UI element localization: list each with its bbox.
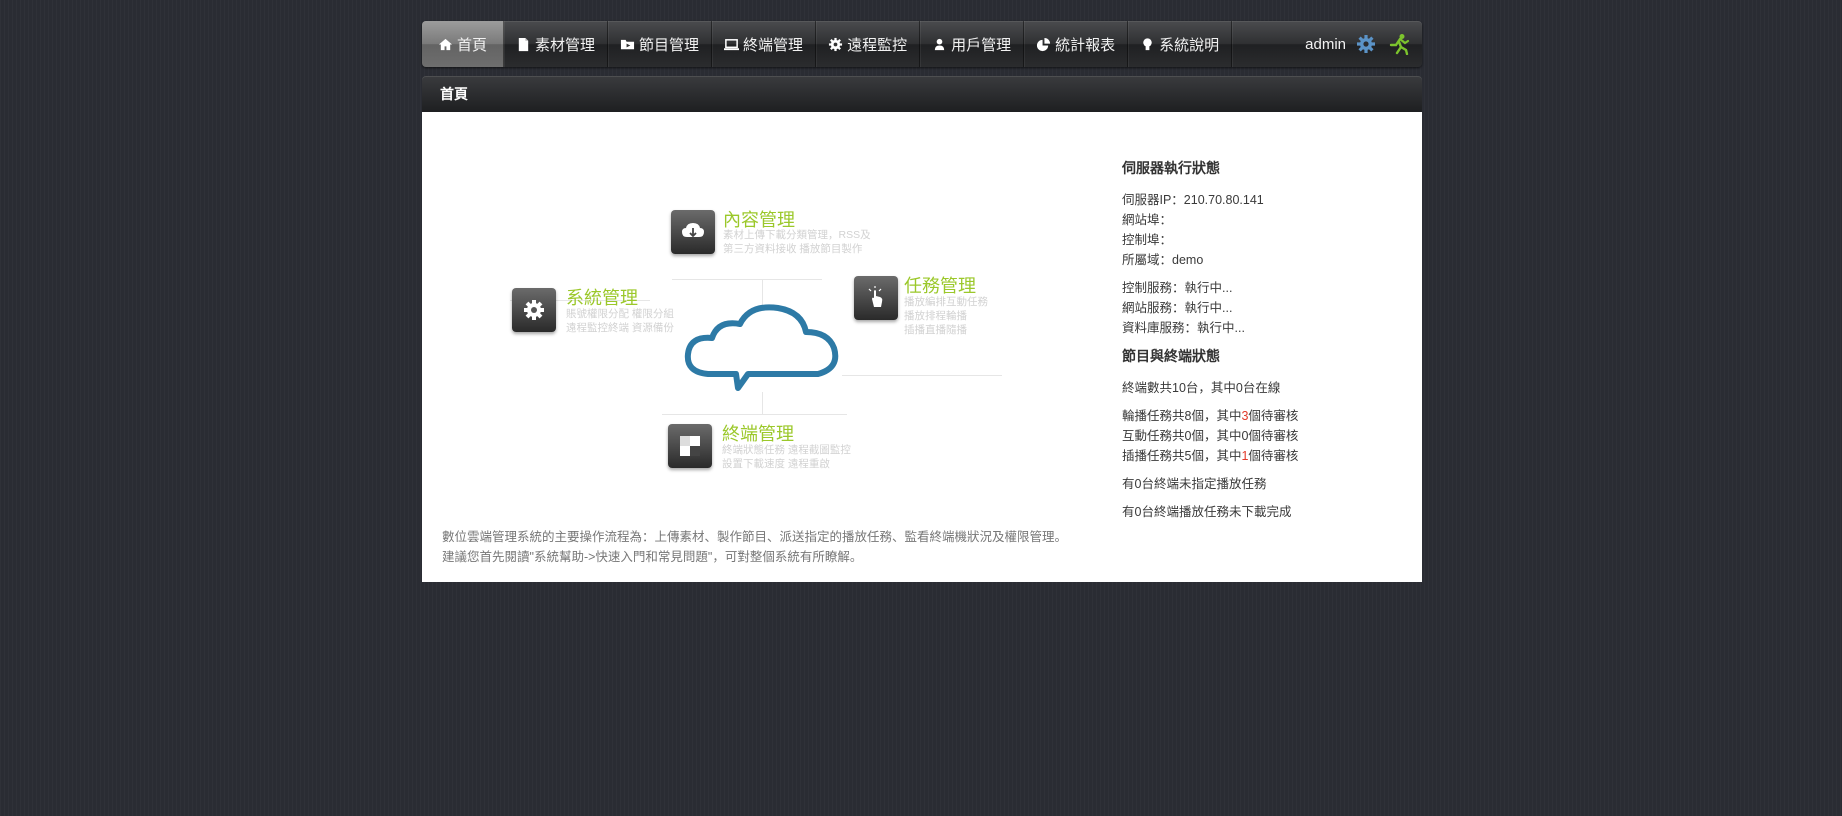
content-management-desc-2: 第三方資料接收 播放節目製作: [723, 243, 863, 255]
nav-item-label: 節目管理: [639, 36, 700, 54]
server-status-title: 伺服器執行狀態: [1122, 160, 1220, 176]
pie-chart-icon: [1036, 37, 1051, 52]
folder-icon: [620, 37, 635, 52]
nav-item-programs[interactable]: 節目管理: [608, 21, 713, 67]
connector-line: [672, 279, 822, 280]
terminal-management-icon[interactable]: [668, 424, 712, 468]
home-icon: [438, 37, 453, 52]
nav-item-label: 首頁: [457, 36, 488, 54]
nav-item-users[interactable]: 用戶管理: [920, 21, 1025, 67]
terminal-management-desc-2: 設置下載速度 遠程重啟: [722, 458, 830, 470]
control-service-status: 控制服務：執行中...: [1122, 281, 1233, 295]
system-management-desc-1: 賬號權限分配 權限分組: [566, 308, 674, 320]
nav-item-materials[interactable]: 素材管理: [504, 21, 609, 67]
user-area: admin: [1305, 21, 1410, 67]
main-navbar: 首頁 素材管理 節目管理 終端管理 遠程監控 用戶管理 統計報表 系統說明 ad…: [422, 21, 1422, 67]
interactive-task-status: 互動任務共0個，其中0個待審核: [1122, 429, 1299, 443]
cloud-icon: [684, 304, 839, 391]
connector-line: [662, 414, 847, 415]
web-service-status: 網站服務：執行中...: [1122, 301, 1233, 315]
monitor-icon: [724, 37, 740, 52]
server-ip: 伺服器IP：210.70.80.141: [1122, 193, 1264, 207]
connector-line: [842, 375, 1002, 376]
help-text: 數位雲端管理系統的主要操作流程為：上傳素材、製作節目、派送指定的播放任務、監看終…: [442, 527, 1067, 567]
nav-item-label: 素材管理: [535, 36, 596, 54]
breadcrumb: 首頁: [422, 76, 1422, 112]
nav-item-label: 統計報表: [1055, 36, 1116, 54]
gear-small-icon: [828, 37, 843, 52]
domain: 所屬域：demo: [1122, 253, 1204, 267]
nav-item-label: 終端管理: [743, 36, 804, 54]
insert-task-status: 插播任務共5個，其中1個待審核: [1122, 449, 1299, 463]
nav-item-label: 遠程監控: [847, 36, 908, 54]
nav-item-label: 系統說明: [1159, 36, 1220, 54]
nav-item-remote-monitor[interactable]: 遠程監控: [816, 21, 921, 67]
content-management-desc-1: 素材上傳下載分類管理，RSS及: [723, 229, 871, 241]
terminal-management-desc-1: 終端狀態任務 遠程截圖監控: [722, 444, 851, 456]
unassigned-terminals: 有0台終端未指定播放任務: [1122, 477, 1267, 491]
download-incomplete-terminals: 有0台終端播放任務未下載完成: [1122, 505, 1292, 519]
task-management-icon[interactable]: [854, 276, 898, 320]
task-management-desc-1: 播放編排互動任務: [904, 296, 988, 308]
system-management-icon[interactable]: [512, 288, 556, 332]
user-icon: [932, 37, 947, 52]
program-status-title: 節目與終端狀態: [1122, 348, 1220, 364]
nav-item-reports[interactable]: 統計報表: [1024, 21, 1129, 67]
task-management-desc-2: 播放排程輪播: [904, 310, 967, 322]
db-service-status: 資料庫服務：執行中...: [1122, 321, 1245, 335]
lightbulb-icon: [1140, 37, 1155, 52]
home-panel: 內容管理 素材上傳下載分類管理，RSS及 第三方資料接收 播放節目製作 系統管理…: [422, 112, 1422, 582]
status-column: 伺服器執行狀態 伺服器IP：210.70.80.141 網站埠： 控制埠： 所屬…: [1122, 158, 1402, 522]
system-management-desc-2: 遠程監控終端 資源備份: [566, 322, 674, 334]
settings-gear-icon[interactable]: [1356, 34, 1376, 54]
rotation-task-status: 輪播任務共8個，其中3個待審核: [1122, 409, 1299, 423]
breadcrumb-current: 首頁: [440, 86, 468, 102]
nav-item-label: 用戶管理: [951, 36, 1012, 54]
document-icon: [516, 37, 531, 52]
nav-item-terminals[interactable]: 終端管理: [712, 21, 817, 67]
help-line-2: 建議您首先閱讀"系統幫助->快速入門和常見問題"，可對整個系統有所瞭解。: [442, 550, 863, 564]
nav-item-help[interactable]: 系統說明: [1128, 21, 1233, 67]
username[interactable]: admin: [1305, 36, 1346, 53]
app-frame: 首頁 素材管理 節目管理 終端管理 遠程監控 用戶管理 統計報表 系統說明 ad…: [422, 21, 1422, 582]
content-management-icon[interactable]: [671, 210, 715, 254]
running-man-icon[interactable]: [1388, 33, 1410, 55]
control-port: 控制埠：: [1122, 233, 1173, 247]
terminal-count: 終端數共10台，其中0台在線: [1122, 381, 1281, 395]
web-port: 網站埠：: [1122, 213, 1173, 227]
help-line-1: 數位雲端管理系統的主要操作流程為：上傳素材、製作節目、派送指定的播放任務、監看終…: [442, 530, 1068, 544]
task-management-desc-3: 插播直播隨播: [904, 324, 967, 336]
nav-item-home[interactable]: 首頁: [422, 21, 505, 67]
